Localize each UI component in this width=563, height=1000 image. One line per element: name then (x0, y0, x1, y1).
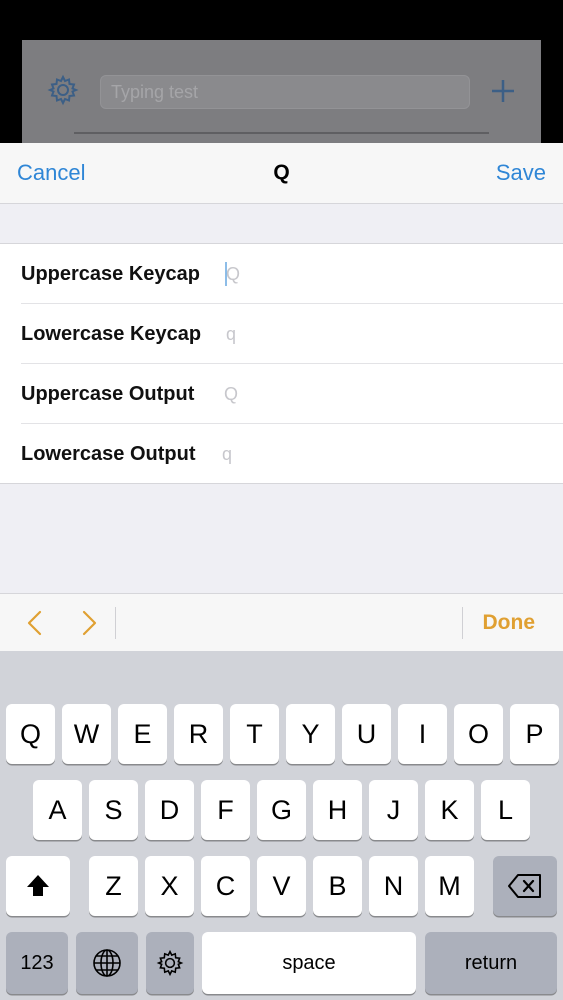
background-divider (74, 132, 489, 134)
key-j[interactable]: J (369, 780, 418, 840)
gear-icon (156, 949, 184, 977)
key-g[interactable]: G (257, 780, 306, 840)
lowercase-output-input[interactable] (222, 438, 522, 470)
delete-key[interactable] (493, 856, 557, 916)
uppercase-output-input[interactable] (224, 378, 524, 410)
table-row: Uppercase Keycap (0, 244, 563, 304)
key-t[interactable]: T (230, 704, 279, 764)
return-key[interactable]: return (425, 932, 557, 994)
lowercase-keycap-input[interactable] (226, 318, 526, 350)
page-title: Q (273, 161, 290, 184)
key-k[interactable]: K (425, 780, 474, 840)
previous-field-chevron-icon[interactable] (22, 609, 48, 637)
space-key[interactable]: space (202, 932, 416, 994)
key-b[interactable]: B (313, 856, 362, 916)
key-h[interactable]: H (313, 780, 362, 840)
key-y[interactable]: Y (286, 704, 335, 764)
table-row: Lowercase Keycap (0, 304, 563, 364)
keyboard-settings-key[interactable] (146, 932, 194, 994)
navigation-bar: Cancel Q Save (0, 143, 563, 204)
keyboard-accessory-toolbar: Done (0, 593, 563, 652)
key-n[interactable]: N (369, 856, 418, 916)
shift-key[interactable] (6, 856, 70, 916)
key-z[interactable]: Z (89, 856, 138, 916)
save-button[interactable]: Save (496, 143, 546, 203)
key-d[interactable]: D (145, 780, 194, 840)
text-cursor (225, 262, 227, 286)
toolbar-divider (462, 607, 463, 639)
backspace-icon (508, 874, 541, 898)
key-w[interactable]: W (62, 704, 111, 764)
key-u[interactable]: U (342, 704, 391, 764)
key-f[interactable]: F (201, 780, 250, 840)
key-a[interactable]: A (33, 780, 82, 840)
key-c[interactable]: C (201, 856, 250, 916)
uppercase-keycap-label: Uppercase Keycap (21, 263, 200, 285)
key-r[interactable]: R (174, 704, 223, 764)
key-m[interactable]: M (425, 856, 474, 916)
key-s[interactable]: S (89, 780, 138, 840)
background-search-field: Typing test (100, 75, 470, 109)
key-x[interactable]: X (145, 856, 194, 916)
uppercase-output-label: Uppercase Output (21, 383, 195, 405)
globe-key[interactable] (76, 932, 138, 994)
key-l[interactable]: L (481, 780, 530, 840)
key-q[interactable]: Q (6, 704, 55, 764)
on-screen-keyboard: Q W E R T Y U I O P A S D F G H J K L Z … (0, 651, 563, 1000)
uppercase-keycap-input[interactable] (226, 258, 526, 290)
toolbar-divider (115, 607, 116, 639)
key-v[interactable]: V (257, 856, 306, 916)
globe-icon (93, 949, 121, 977)
background-app: Typing test (22, 40, 541, 150)
table-row: Uppercase Output (0, 364, 563, 424)
done-button[interactable]: Done (483, 594, 536, 652)
key-i[interactable]: I (398, 704, 447, 764)
shift-arrow-icon (27, 875, 49, 896)
lowercase-output-label: Lowercase Output (21, 443, 196, 465)
add-icon (492, 80, 514, 102)
settings-gear-icon (47, 74, 79, 106)
lowercase-keycap-label: Lowercase Keycap (21, 323, 202, 345)
next-field-chevron-icon[interactable] (76, 609, 102, 637)
key-o[interactable]: O (454, 704, 503, 764)
numbers-key[interactable]: 123 (6, 932, 68, 994)
key-e[interactable]: E (118, 704, 167, 764)
edit-key-sheet: Cancel Q Save Uppercase Keycap Lowercase… (0, 143, 563, 593)
table-row: Lowercase Output (0, 424, 563, 484)
key-p[interactable]: P (510, 704, 559, 764)
key-settings-table: Uppercase Keycap Lowercase Keycap Upperc… (0, 243, 563, 484)
